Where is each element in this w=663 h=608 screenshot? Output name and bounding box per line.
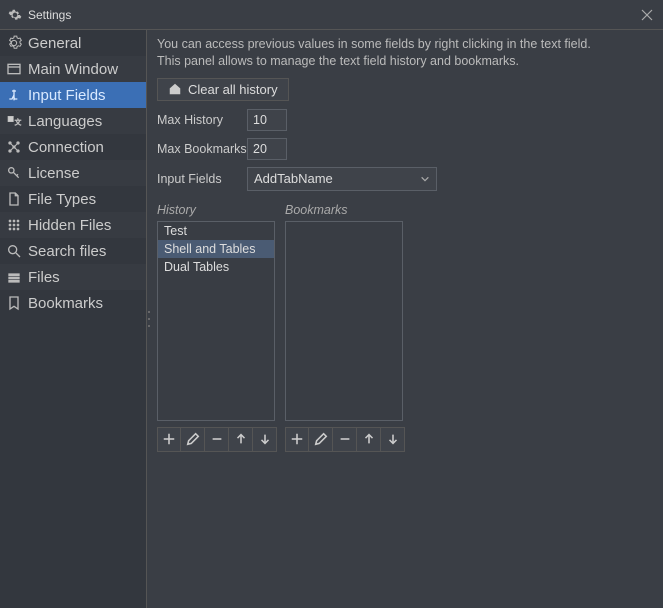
bookmarks-heading: Bookmarks	[285, 203, 405, 217]
add-button[interactable]	[157, 427, 181, 452]
chevron-down-icon	[420, 174, 430, 184]
sidebar-item-connection[interactable]: Connection	[0, 134, 146, 160]
arrow-up-icon	[234, 432, 248, 446]
home-icon	[168, 82, 182, 96]
pencil-icon	[314, 432, 328, 446]
history-heading: History	[157, 203, 277, 217]
panel: You can access previous values in some f…	[147, 30, 663, 608]
list-item[interactable]: Dual Tables	[158, 258, 274, 276]
edit-button[interactable]	[181, 427, 205, 452]
remove-button[interactable]	[333, 427, 357, 452]
arrow-down-icon	[386, 432, 400, 446]
sidebar-label: Search files	[28, 243, 106, 260]
close-icon[interactable]	[639, 7, 655, 23]
list-item[interactable]: Shell and Tables	[158, 240, 274, 258]
bookmarks-toolbar	[285, 427, 405, 452]
sidebar-label: File Types	[28, 191, 96, 208]
move-down-button[interactable]	[253, 427, 277, 452]
edit-button[interactable]	[309, 427, 333, 452]
sidebar-item-general[interactable]: General	[0, 30, 146, 56]
sidebar-label: Languages	[28, 113, 102, 130]
sidebar-item-bookmarks[interactable]: Bookmarks	[0, 290, 146, 316]
description: You can access previous values in some f…	[157, 36, 653, 70]
move-down-button[interactable]	[381, 427, 405, 452]
title-bar: Settings	[0, 0, 663, 30]
sidebar-label: Bookmarks	[28, 295, 103, 312]
arrow-up-icon	[362, 432, 376, 446]
input-fields-label: Input Fields	[157, 172, 247, 186]
add-button[interactable]	[285, 427, 309, 452]
language-icon: 文	[6, 113, 22, 129]
settings-icon	[8, 8, 22, 22]
dropdown-value: AddTabName	[254, 171, 333, 186]
sidebar-item-file-types[interactable]: File Types	[0, 186, 146, 212]
minus-icon	[210, 432, 224, 446]
move-up-button[interactable]	[229, 427, 253, 452]
sidebar-item-search-files[interactable]: Search files	[0, 238, 146, 264]
move-up-button[interactable]	[357, 427, 381, 452]
search-icon	[6, 243, 22, 259]
max-history-label: Max History	[157, 113, 247, 127]
file-icon	[6, 191, 22, 207]
pencil-icon	[186, 432, 200, 446]
max-bookmarks-label: Max Bookmarks	[157, 142, 247, 156]
text-cursor-icon	[6, 87, 22, 103]
sidebar-label: License	[28, 165, 80, 182]
list-item[interactable]: Test	[158, 222, 274, 240]
plus-icon	[290, 432, 304, 446]
sidebar-label: Files	[28, 269, 60, 286]
sidebar-label: General	[28, 35, 81, 52]
window-icon	[6, 61, 22, 77]
max-history-input[interactable]	[247, 109, 287, 131]
window-title: Settings	[28, 8, 639, 22]
key-icon	[6, 165, 22, 181]
clear-history-button[interactable]: Clear all history	[157, 78, 289, 101]
files-stack-icon	[6, 269, 22, 285]
minus-icon	[338, 432, 352, 446]
sidebar-item-hidden-files[interactable]: Hidden Files	[0, 212, 146, 238]
bookmarks-list[interactable]	[285, 221, 403, 421]
gear-icon	[6, 35, 22, 51]
sidebar-label: Input Fields	[28, 87, 106, 104]
sidebar-label: Main Window	[28, 61, 118, 78]
arrow-down-icon	[258, 432, 272, 446]
sidebar-label: Hidden Files	[28, 217, 111, 234]
sidebar: General Main Window Input Fields 文 Langu…	[0, 30, 147, 608]
sidebar-item-languages[interactable]: 文 Languages	[0, 108, 146, 134]
sidebar-item-input-fields[interactable]: Input Fields	[0, 82, 146, 108]
svg-text:文: 文	[15, 117, 22, 126]
remove-button[interactable]	[205, 427, 229, 452]
bookmark-icon	[6, 295, 22, 311]
history-toolbar	[157, 427, 277, 452]
desc-line1: You can access previous values in some f…	[157, 36, 653, 53]
desc-line2: This panel allows to manage the text fie…	[157, 53, 653, 70]
plus-icon	[162, 432, 176, 446]
sidebar-item-main-window[interactable]: Main Window	[0, 56, 146, 82]
history-block: History Test Shell and Tables Dual Table…	[157, 203, 277, 452]
input-fields-dropdown[interactable]: AddTabName	[247, 167, 437, 191]
bookmarks-block: Bookmarks	[285, 203, 405, 452]
sidebar-item-files[interactable]: Files	[0, 264, 146, 290]
sidebar-item-license[interactable]: License	[0, 160, 146, 186]
sidebar-label: Connection	[28, 139, 104, 156]
grid-dots-icon	[6, 217, 22, 233]
network-icon	[6, 139, 22, 155]
max-bookmarks-input[interactable]	[247, 138, 287, 160]
history-list[interactable]: Test Shell and Tables Dual Tables	[157, 221, 275, 421]
splitter-handle[interactable]	[147, 309, 151, 329]
clear-label: Clear all history	[188, 82, 278, 97]
